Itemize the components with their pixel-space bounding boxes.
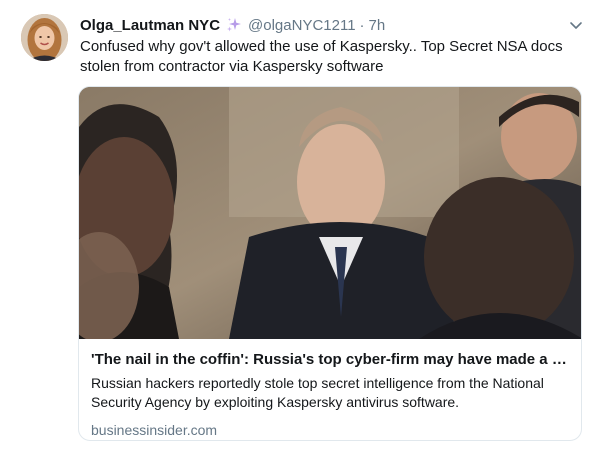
card-description: Russian hackers reportedly stole top sec… — [91, 375, 544, 410]
tweet-text: Confused why gov't allowed the use of Ka… — [80, 38, 563, 75]
card-photo — [79, 87, 581, 342]
sparkles-icon — [227, 18, 242, 32]
timestamp[interactable]: 7h — [369, 17, 386, 34]
display-name[interactable]: Olga_Lautman NYC — [80, 17, 220, 34]
link-card[interactable]: 'The nail in the coffin': Russia's top c… — [78, 86, 582, 441]
separator-dot: · — [359, 16, 365, 34]
user-handle[interactable]: @olgaNYC1211 — [248, 17, 356, 34]
card-image[interactable] — [79, 87, 581, 342]
tweet[interactable]: Olga_Lautman NYC @olgaNYC1211 · 7h Confu… — [0, 0, 606, 449]
avatar[interactable] — [21, 14, 68, 61]
card-body: 'The nail in the coffin': Russia's top c… — [79, 339, 581, 438]
tweet-header: Olga_Lautman NYC @olgaNYC1211 · 7h — [80, 15, 584, 35]
avatar-image — [21, 14, 68, 61]
chevron-down-icon[interactable] — [568, 17, 584, 33]
card-domain[interactable]: businessinsider.com — [91, 422, 569, 438]
card-title[interactable]: 'The nail in the coffin': Russia's top c… — [91, 350, 569, 370]
